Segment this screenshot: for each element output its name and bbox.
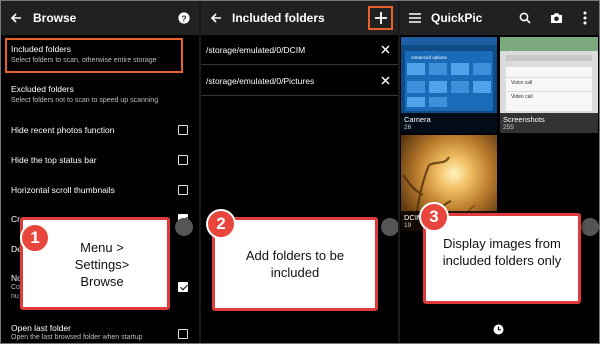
thumbnail-text: Advanced options bbox=[411, 55, 447, 60]
album-caption: Screenshots 255 bbox=[500, 113, 598, 133]
album-name: Camera bbox=[404, 115, 431, 124]
step-badge-2: 2 bbox=[206, 209, 236, 239]
checkbox[interactable] bbox=[178, 155, 188, 165]
back-arrow-icon[interactable] bbox=[210, 12, 222, 24]
thumbnail-text: Video call bbox=[511, 94, 533, 100]
folder-path: /storage/emulated/0/Pictures bbox=[206, 76, 315, 86]
setting-title: Horizontal scroll thumbnails bbox=[11, 185, 115, 195]
album-caption: Camera 26 bbox=[401, 113, 497, 133]
page-title: Included folders bbox=[232, 11, 325, 25]
add-icon[interactable] bbox=[374, 11, 388, 25]
callout-text: Add folders to be included bbox=[245, 248, 345, 280]
step-badge-1: 1 bbox=[20, 223, 50, 253]
app-title: QuickPic bbox=[431, 11, 483, 25]
setting-title: Excluded folders bbox=[11, 84, 74, 94]
setting-title: Cr bbox=[11, 214, 20, 224]
album-count: 26 bbox=[404, 124, 412, 131]
album-count: 255 bbox=[503, 124, 514, 131]
setting-hide-recent-photos[interactable]: Hide recent photos function bbox=[1, 119, 199, 141]
setting-subtitle: Open the last browsed folder when startu… bbox=[11, 334, 143, 341]
close-icon[interactable] bbox=[381, 76, 390, 85]
callout-2: Add folders to be included bbox=[212, 217, 378, 311]
svg-text:?: ? bbox=[181, 13, 186, 23]
setting-title: Hide recent photos function bbox=[11, 125, 115, 135]
checkbox-checked[interactable] bbox=[178, 282, 188, 292]
setting-hide-status-bar[interactable]: Hide the top status bar bbox=[1, 149, 199, 171]
album-count: 19 bbox=[404, 222, 412, 229]
setting-excluded-folders[interactable]: Excluded folders Select folders not to s… bbox=[1, 81, 199, 113]
search-icon[interactable] bbox=[519, 12, 531, 24]
setting-subtitle: Co bbox=[11, 284, 20, 291]
callout-text: Display images from included folders onl… bbox=[442, 236, 562, 268]
clock-icon bbox=[493, 324, 504, 335]
app-bar: QuickPic bbox=[400, 1, 599, 35]
highlight-box bbox=[5, 38, 183, 73]
folder-row[interactable]: /storage/emulated/0/Pictures bbox=[201, 65, 398, 96]
menu-icon[interactable] bbox=[409, 13, 421, 23]
callout-text: Menu > Settings> Browse bbox=[74, 240, 130, 289]
setting-open-last-folder[interactable]: Open last folder Open the last browsed f… bbox=[1, 319, 199, 343]
fast-scroll-handle[interactable] bbox=[381, 218, 398, 236]
album-tile-screenshots[interactable]: Voice call Video call Screenshots 255 bbox=[500, 37, 598, 133]
setting-title: Hide the top status bar bbox=[11, 155, 97, 165]
help-icon[interactable]: ? bbox=[178, 12, 190, 24]
app-bar: Included folders bbox=[201, 1, 398, 35]
fast-scroll-handle[interactable] bbox=[581, 218, 599, 236]
setting-title: Open last folder bbox=[11, 323, 72, 333]
setting-subtitle: nu bbox=[11, 293, 19, 300]
checkbox[interactable] bbox=[178, 125, 188, 135]
checkbox[interactable] bbox=[178, 329, 188, 339]
checkbox[interactable] bbox=[178, 185, 188, 195]
more-vert-icon[interactable] bbox=[583, 11, 587, 25]
close-icon[interactable] bbox=[381, 45, 390, 54]
camera-icon[interactable] bbox=[550, 12, 563, 24]
page-title: Browse bbox=[33, 11, 77, 25]
album-thumbnail bbox=[401, 37, 497, 113]
setting-subtitle: Select folders not to scan to speed up s… bbox=[11, 97, 159, 104]
setting-horizontal-scroll[interactable]: Horizontal scroll thumbnails bbox=[1, 179, 199, 201]
folder-row[interactable]: /storage/emulated/0/DCIM bbox=[201, 34, 398, 65]
fast-scroll-handle[interactable] bbox=[175, 218, 193, 236]
callout-3: Display images from included folders onl… bbox=[423, 213, 581, 304]
album-thumbnail bbox=[500, 37, 598, 113]
thumbnail-text: Voice call bbox=[511, 80, 533, 86]
folder-path: /storage/emulated/0/DCIM bbox=[206, 45, 306, 55]
step-badge-3: 3 bbox=[419, 202, 449, 232]
app-bar: Browse ? bbox=[1, 1, 199, 35]
back-arrow-icon[interactable] bbox=[10, 12, 22, 24]
album-name: Screenshots bbox=[503, 115, 545, 124]
album-tile-camera[interactable]: Advanced options Camera 26 bbox=[401, 37, 497, 133]
